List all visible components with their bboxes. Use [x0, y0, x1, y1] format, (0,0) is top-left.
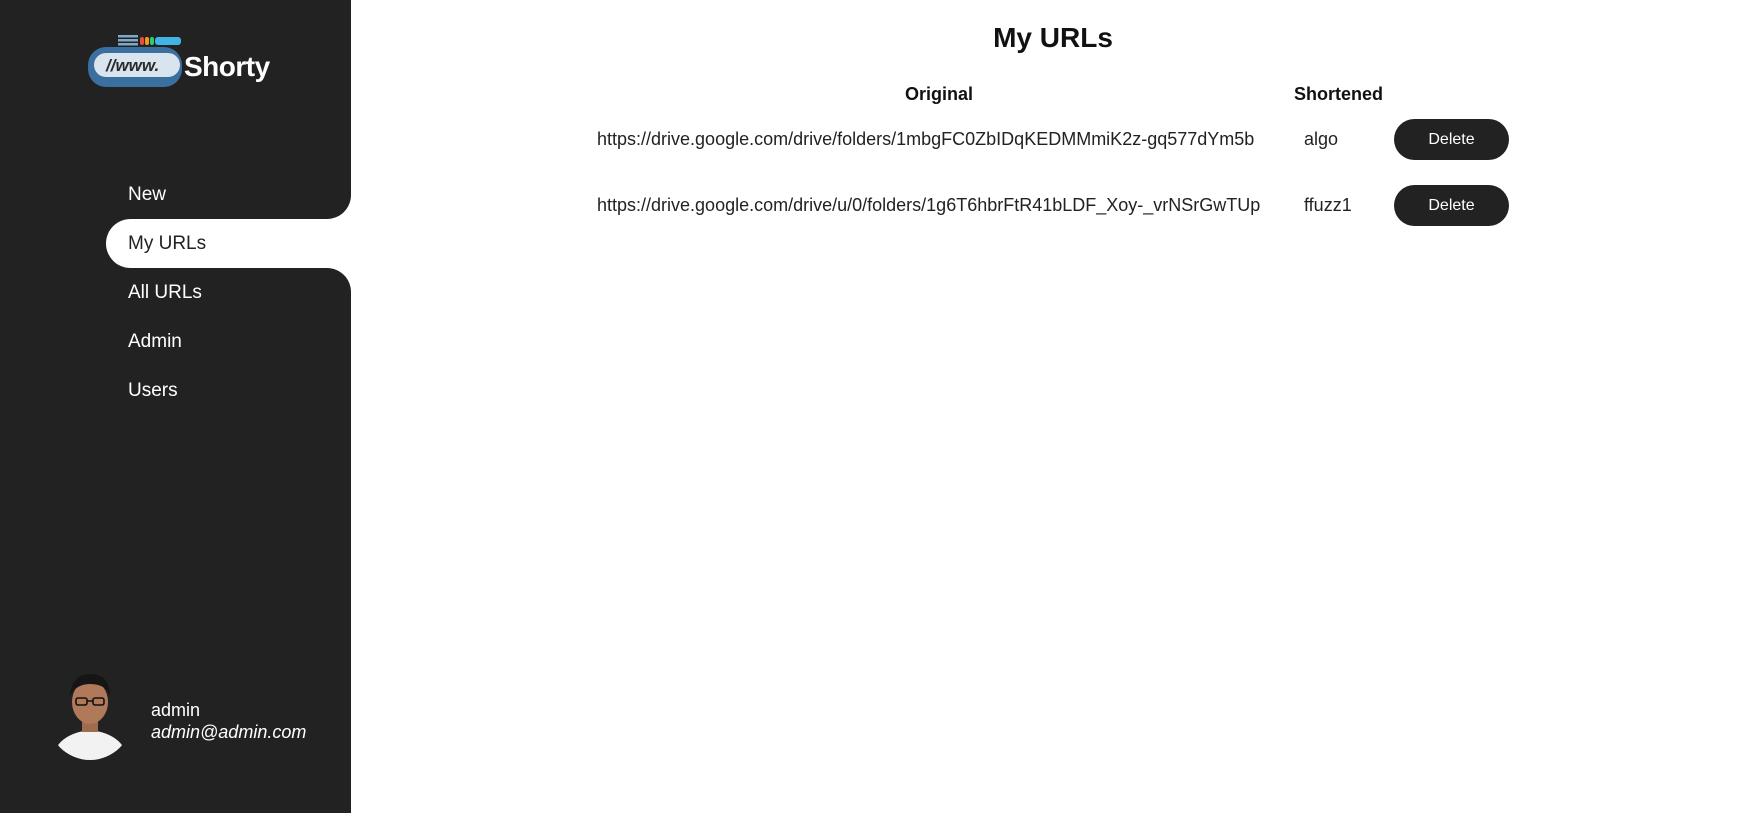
sidebar-item-label: All URLs [128, 282, 202, 303]
original-url-cell: https://drive.google.com/drive/u/0/folde… [597, 195, 1261, 215]
sidebar-item-label: My URLs [128, 233, 207, 254]
sidebar-item-label: Admin [128, 331, 182, 352]
sidebar: //www. Shorty New My URLs All URLs Admin… [0, 0, 351, 813]
delete-button[interactable]: Delete [1394, 185, 1509, 226]
column-header-original: Original [905, 84, 974, 104]
original-url-cell: https://drive.google.com/drive/folders/1… [597, 129, 1255, 149]
user-photo-icon [48, 660, 132, 760]
shortened-url-cell[interactable]: algo [1304, 129, 1338, 150]
main-content: My URLs Original Shortened https://drive… [351, 0, 1755, 813]
user-name: admin [151, 700, 201, 720]
sidebar-item-label: New [128, 184, 167, 205]
table-row: https://drive.google.com/drive/folders/1… [351, 119, 1755, 161]
sidebar-item-admin[interactable]: Admin [106, 317, 351, 366]
sidebar-item-new[interactable]: New [106, 170, 351, 219]
user-email: admin@admin.com [151, 722, 307, 742]
sidebar-item-label: Users [128, 380, 178, 401]
shortened-url-cell[interactable]: ffuzz1 [1304, 195, 1352, 216]
app-name: Shorty [184, 51, 270, 82]
user-profile: admin admin@admin.com [48, 660, 348, 760]
sidebar-nav: New My URLs All URLs Admin Users [106, 170, 351, 415]
svg-text://www.: //www. [105, 56, 159, 75]
avatar[interactable] [48, 660, 132, 760]
www-logo-icon: //www. [88, 35, 182, 87]
sidebar-item-all-urls[interactable]: All URLs [106, 268, 351, 317]
sidebar-item-users[interactable]: Users [106, 366, 351, 415]
app-logo[interactable]: //www. Shorty [88, 33, 278, 89]
table-row: https://drive.google.com/drive/u/0/folde… [351, 185, 1755, 227]
sidebar-item-my-urls[interactable]: My URLs [106, 219, 351, 268]
delete-button[interactable]: Delete [1394, 119, 1509, 160]
column-header-shortened: Shortened [1294, 84, 1384, 104]
page-title: My URLs [993, 22, 1113, 53]
